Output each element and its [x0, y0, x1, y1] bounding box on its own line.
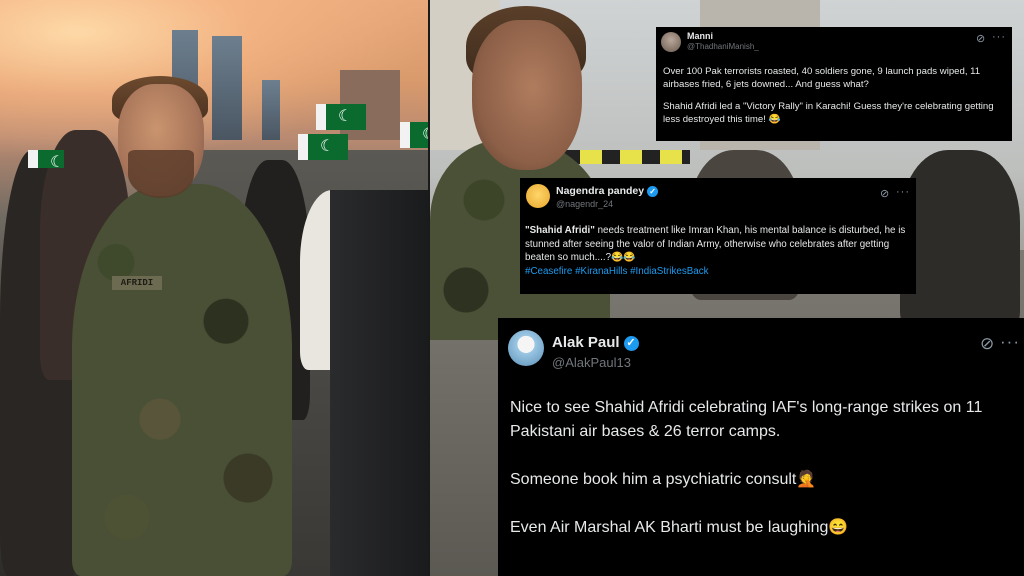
face	[472, 20, 582, 170]
tweet-paragraph: Over 100 Pak terrorists roasted, 40 sold…	[663, 66, 981, 90]
grok-icon[interactable]: ⊘	[980, 334, 994, 354]
beard	[128, 150, 194, 198]
bold-quote: "Shahid Afridi"	[525, 225, 595, 236]
display-name-text: Nagendra pandey	[556, 185, 645, 197]
more-icon[interactable]: ···	[992, 31, 1006, 43]
crowd-person	[900, 150, 1020, 330]
verified-badge-icon: ✓	[623, 335, 639, 351]
display-name[interactable]: Nagendra pandey ✓	[556, 185, 659, 197]
more-icon[interactable]: ···	[1000, 332, 1020, 352]
verified-badge-icon: ✓	[647, 185, 659, 197]
tweet-text: Nice to see Shahid Afridi celebrating IA…	[510, 396, 1016, 540]
avatar[interactable]	[526, 184, 550, 208]
camo-shirt	[72, 184, 292, 576]
display-name[interactable]: Manni	[687, 31, 713, 41]
hashtag-links[interactable]: #Ceasefire #KiranaHills #IndiaStrikesBac…	[525, 265, 913, 279]
rally-photo-left: AFRIDI	[0, 0, 428, 576]
more-icon[interactable]: ···	[896, 186, 910, 198]
pakistan-flag-icon	[400, 122, 428, 148]
pakistan-flag-icon	[298, 134, 348, 160]
nametag: AFRIDI	[112, 276, 162, 290]
tweet-paragraph: "Shahid Afridi" needs treatment like Imr…	[525, 224, 913, 265]
tweet-paragraph: Nice to see Shahid Afridi celebrating IA…	[510, 399, 983, 440]
car	[330, 190, 428, 576]
grok-icon[interactable]: ⊘	[880, 187, 889, 200]
skyscraper	[262, 80, 280, 140]
tweet-paragraph: Someone book him a psychiatric consult🤦	[510, 471, 817, 488]
user-handle[interactable]: @ThadhaniManish_	[687, 42, 759, 51]
tweet-paragraph: Even Air Marshal AK Bharti must be laugh…	[510, 519, 849, 536]
pakistan-flag-icon	[316, 104, 366, 130]
tweet-card: Nagendra pandey ✓ @nagendr_24 ⊘ ··· "Shah…	[520, 178, 916, 294]
tweet-card: Alak Paul ✓ @AlakPaul13 ⊘ ··· Nice to see…	[498, 318, 1024, 576]
grok-icon[interactable]: ⊘	[976, 32, 985, 45]
user-handle[interactable]: @AlakPaul13	[552, 355, 631, 370]
skyscraper	[212, 36, 242, 140]
tweet-card: Manni @ThadhaniManish_ ⊘ ··· Over 100 Pa…	[656, 27, 1012, 141]
tweet-text: "Shahid Afridi" needs treatment like Imr…	[525, 224, 913, 278]
avatar[interactable]	[508, 330, 544, 366]
user-handle[interactable]: @nagendr_24	[556, 199, 613, 209]
display-name[interactable]: Alak Paul ✓	[552, 334, 639, 351]
avatar[interactable]	[661, 32, 681, 52]
pakistan-flag-icon	[28, 150, 64, 172]
tweet-paragraph: Shahid Afridi led a "Victory Rally" in K…	[663, 101, 994, 125]
display-name-text: Alak Paul	[552, 334, 620, 351]
tweet-text: Over 100 Pak terrorists roasted, 40 sold…	[663, 65, 1007, 126]
